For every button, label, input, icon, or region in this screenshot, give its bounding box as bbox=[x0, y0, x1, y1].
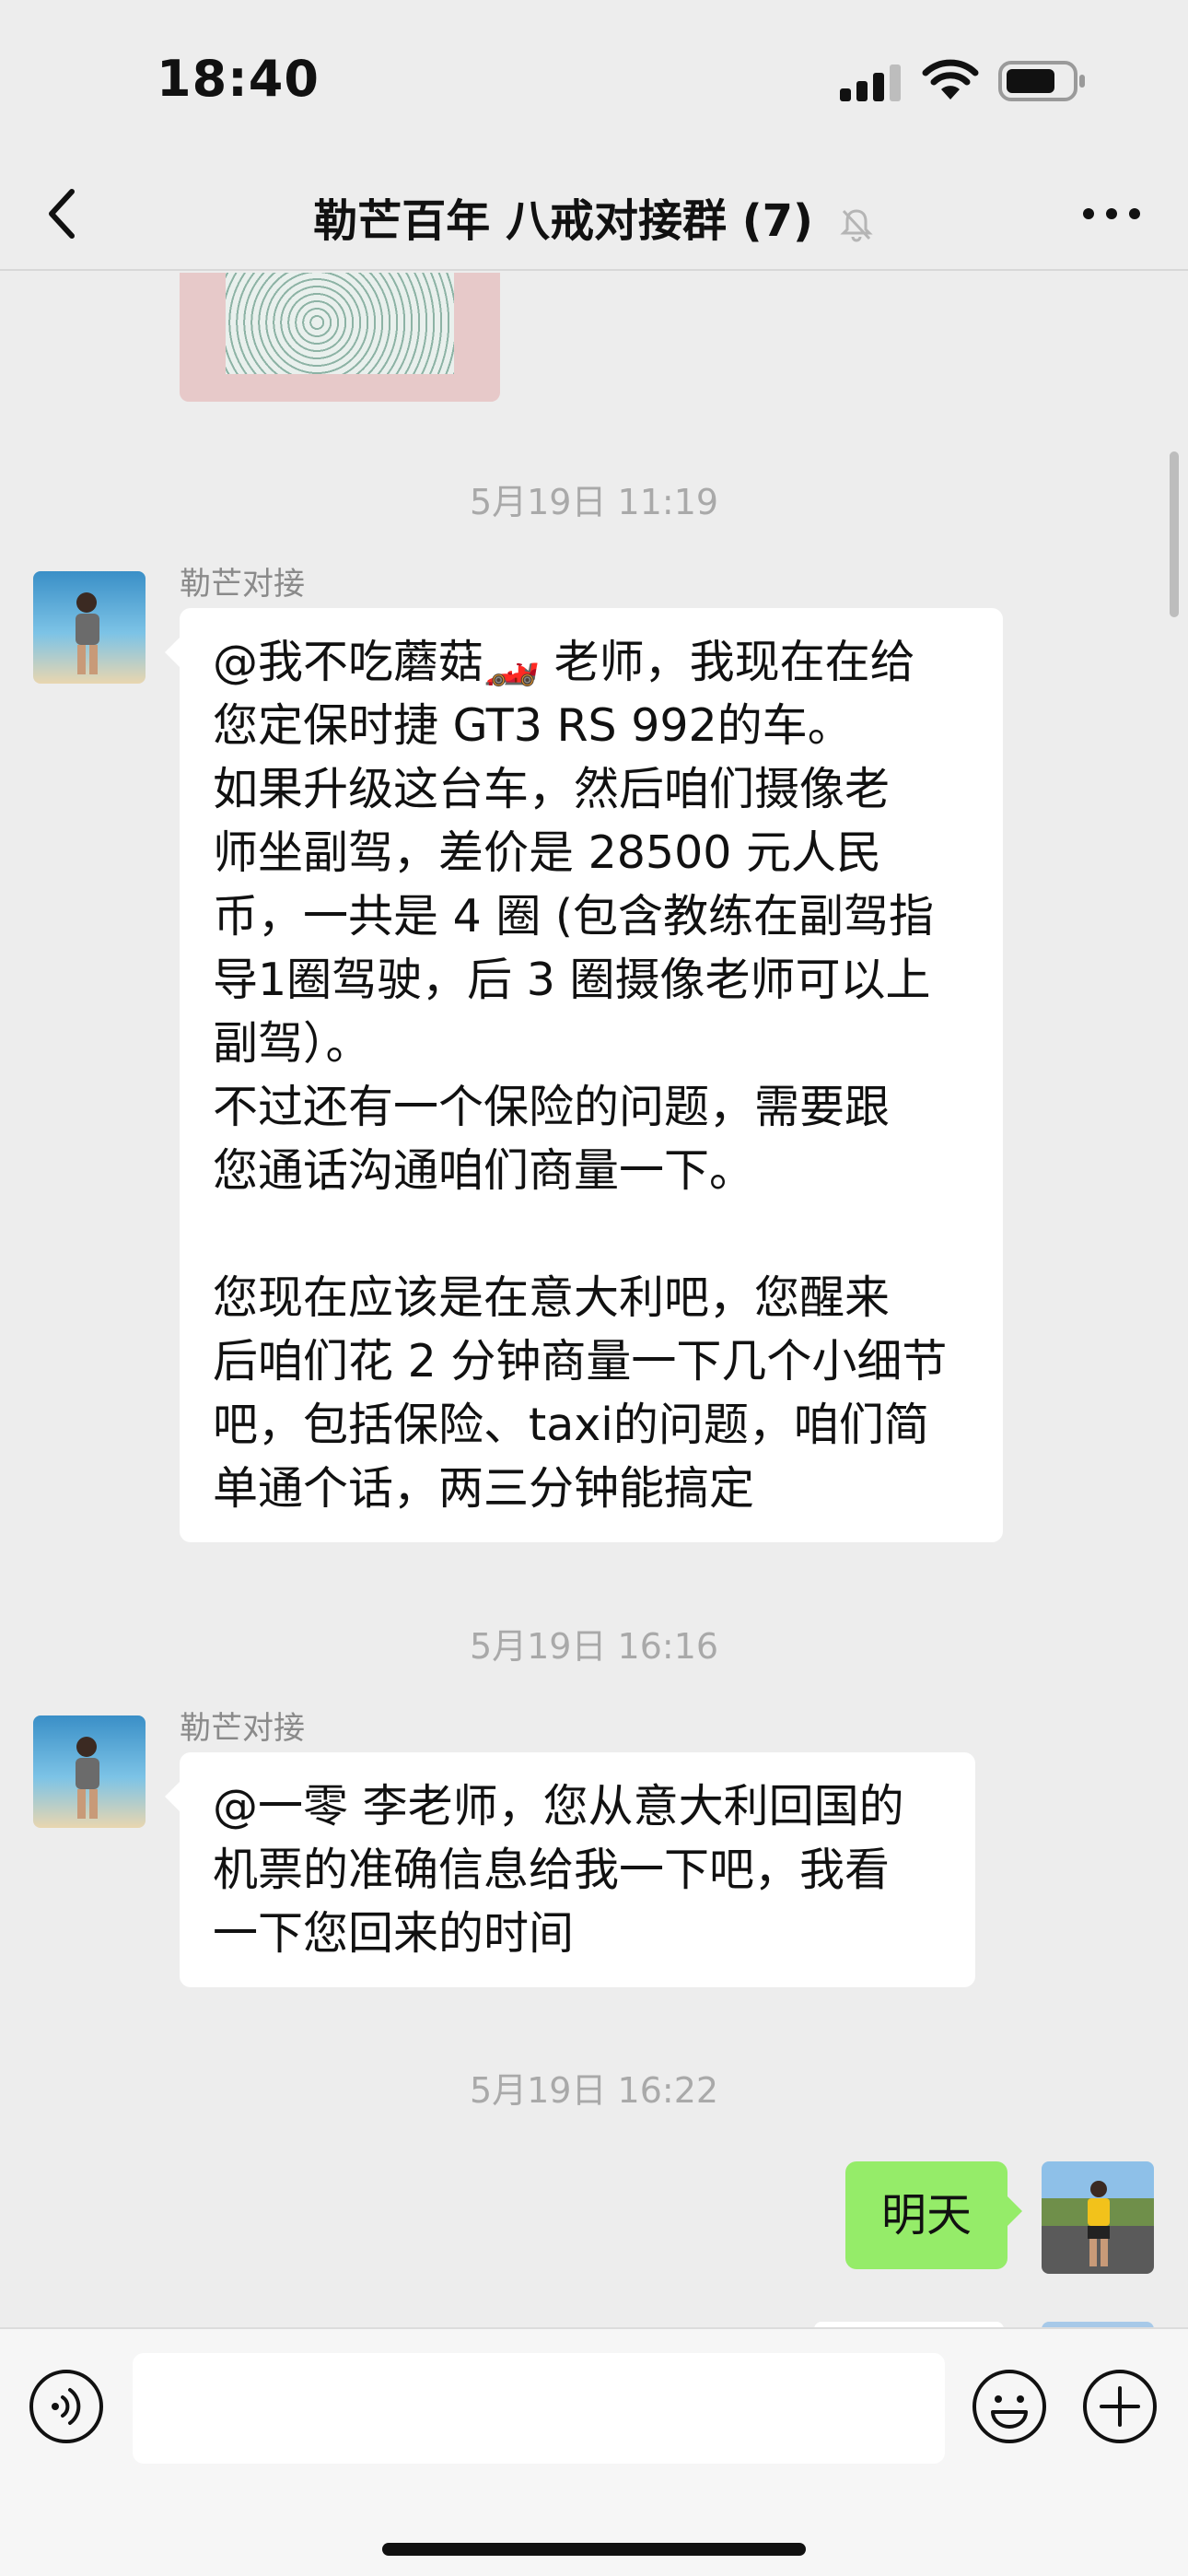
message-timestamp: 5月19日 16:22 bbox=[469, 2070, 719, 2111]
sender-name: 勒芒对接 bbox=[180, 1710, 305, 1747]
cellular-signal-icon bbox=[840, 64, 901, 101]
own-message-bubble[interactable]: 明天 bbox=[845, 2161, 1022, 2269]
input-bar bbox=[0, 2327, 1188, 2576]
message-bubble[interactable]: @一零 李老师，您从意大利回国的 机票的准确信息给我一下吧，我看 一下您回来的时… bbox=[165, 1752, 975, 1987]
message-timestamp: 5月19日 16:16 bbox=[469, 1626, 719, 1667]
own-avatar[interactable] bbox=[1042, 2161, 1154, 2274]
message-timestamp: 5月19日 11:19 bbox=[469, 482, 719, 522]
message-bubble[interactable]: @我不吃蘑菇🏎️ 老师，我现在在给 您定保时捷 GT3 RS 992的车。 如果… bbox=[165, 608, 1003, 1542]
voice-icon[interactable] bbox=[28, 2368, 105, 2445]
battery-icon bbox=[998, 61, 1085, 101]
chat-title: 勒芒百年 八戒对接群 (7) bbox=[313, 195, 813, 247]
chat-message-list[interactable]: 5月19日 11:19 勒芒对接 @我不吃蘑菇🏎️ 老师，我现在在给 您定保时捷… bbox=[0, 273, 1188, 2327]
status-time: 18:40 bbox=[157, 50, 320, 108]
chat-header: 勒芒百年 八戒对接群 (7) bbox=[0, 157, 1188, 271]
emoji-icon[interactable] bbox=[971, 2368, 1048, 2445]
plus-icon[interactable] bbox=[1081, 2368, 1159, 2445]
chat-title-container: 勒芒百年 八戒对接群 (7) bbox=[0, 184, 1188, 249]
status-bar: 18:40 bbox=[0, 0, 1188, 157]
sender-name: 勒芒对接 bbox=[180, 566, 305, 603]
wifi-icon bbox=[922, 59, 979, 100]
image-thumbnail bbox=[226, 273, 454, 374]
scrollbar[interactable] bbox=[1170, 451, 1179, 617]
avatar[interactable] bbox=[33, 571, 146, 684]
message-input[interactable] bbox=[133, 2353, 945, 2464]
home-indicator[interactable] bbox=[382, 2543, 806, 2556]
more-dots-icon[interactable] bbox=[1079, 193, 1144, 234]
avatar[interactable] bbox=[33, 1715, 146, 1828]
image-message[interactable] bbox=[180, 273, 500, 402]
bell-slash-icon bbox=[840, 209, 873, 242]
